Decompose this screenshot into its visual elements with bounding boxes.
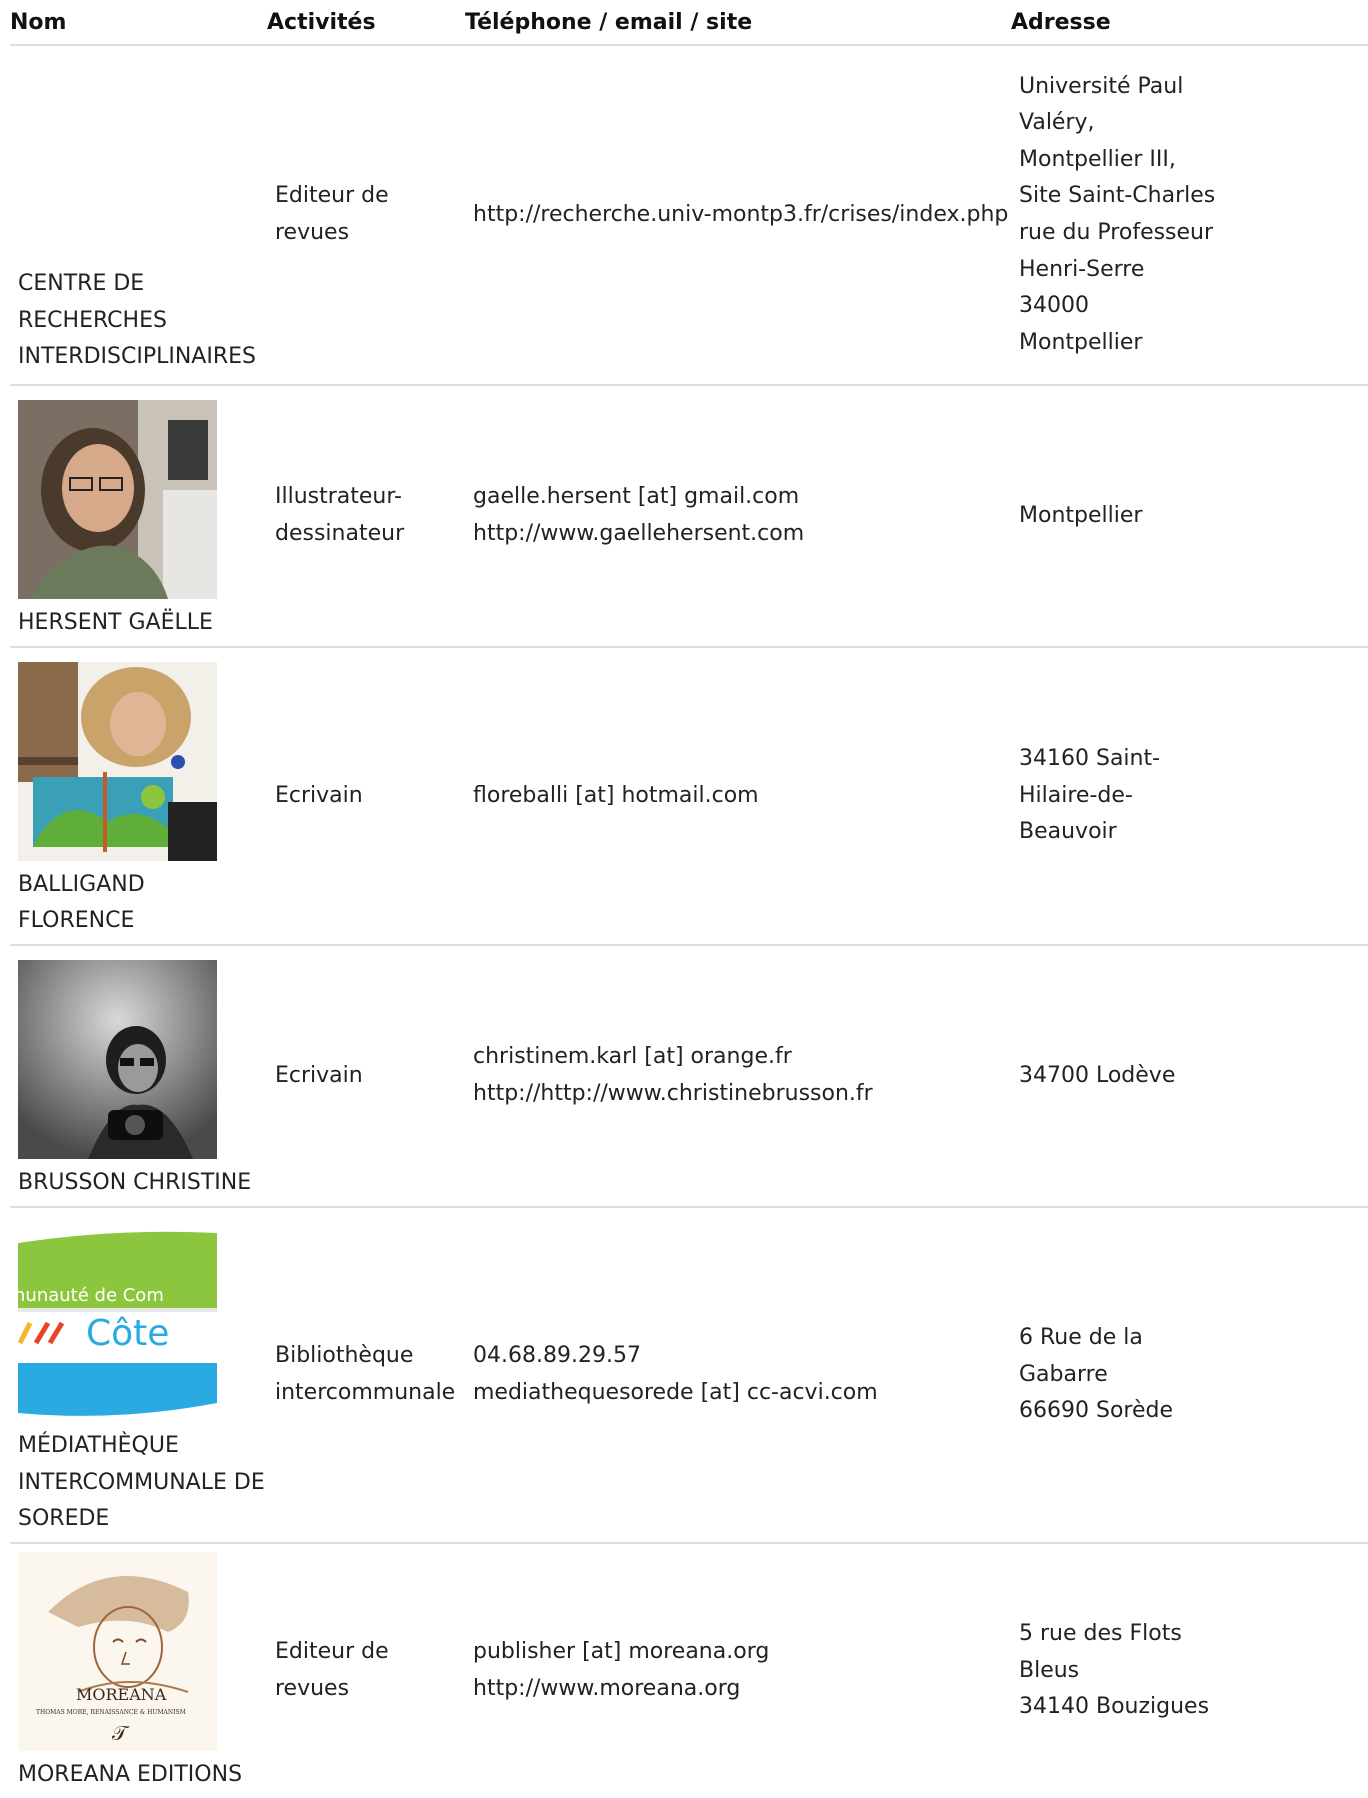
entry-contact: floreballi [at] hotmail.com: [465, 647, 1011, 946]
activity-line: Editeur de: [275, 1639, 389, 1665]
entry-name[interactable]: CENTRE DE RECHERCHES INTERDISCIPLINAIRES: [10, 45, 267, 386]
entry-activity: Bibliothèque intercommunale: [267, 1207, 465, 1544]
entry-address: Université Paul Valéry, Montpellier III,…: [1011, 45, 1368, 386]
entry-name-line: INTERDISCIPLINAIRES: [18, 344, 256, 370]
entry-address: 34700 Lodève: [1011, 945, 1368, 1208]
logo-cote-text: Côte: [86, 1313, 169, 1354]
entry-activity: Editeur de revues: [267, 1543, 465, 1798]
address-line: 34160 Saint-: [1019, 746, 1161, 772]
contact-link[interactable]: http://www.gaellehersent.com: [473, 516, 1011, 553]
entry-name-line: SOREDE: [18, 1506, 110, 1532]
address-line: 5 rue des Flots: [1019, 1621, 1182, 1647]
address-line: rue du Professeur: [1019, 220, 1214, 245]
activity-line: Ecrivain: [275, 782, 363, 808]
entry-name-line: CENTRE DE: [18, 271, 145, 297]
entry-address: 5 rue des Flots Bleus 34140 Bouzigues: [1011, 1543, 1368, 1798]
address-line: Valéry,: [1019, 110, 1095, 136]
table-row: nunauté de Com Côte MÉDIATHÈQUE INTERCOM…: [10, 1207, 1368, 1544]
address-line: 6 Rue de la: [1019, 1325, 1143, 1351]
portrait-photo[interactable]: [18, 960, 217, 1160]
address-line: 34140 Bouzigues: [1019, 1694, 1210, 1720]
entry-name-line: INTERCOMMUNALE DE: [18, 1469, 265, 1495]
contact-email[interactable]: mediathequesorede [at] cc-acvi.com: [473, 1375, 1011, 1412]
entry-name-line: MÉDIATHÈQUE: [18, 1433, 179, 1459]
column-header-activites[interactable]: Activités: [267, 0, 465, 46]
entry-name[interactable]: MOREANA THOMAS MORE, RENAISSANCE & HUMAN…: [10, 1543, 267, 1798]
table-row: BALLIGAND FLORENCE Ecrivain floreballi […: [10, 647, 1368, 946]
activity-line: dessinateur: [275, 521, 405, 546]
moreana-logo[interactable]: MOREANA THOMAS MORE, RENAISSANCE & HUMAN…: [18, 1552, 217, 1752]
entry-name-line: BALLIGAND: [18, 871, 145, 897]
contact-email[interactable]: publisher [at] moreana.org: [473, 1634, 1011, 1671]
address-line: Bleus: [1019, 1657, 1080, 1683]
logo-moreana-subtitle: THOMAS MORE, RENAISSANCE & HUMANISM: [36, 1709, 186, 1716]
entry-name[interactable]: HERSENT GAËLLE: [10, 385, 267, 648]
address-line: Hilaire-de-: [1019, 782, 1133, 808]
address-line: Gabarre: [1019, 1361, 1108, 1387]
logo-moreana-text: MOREANA: [76, 1685, 167, 1704]
address-line: 34000: [1019, 293, 1089, 319]
entry-contact: 04.68.89.29.57 mediathequesorede [at] cc…: [465, 1207, 1011, 1544]
activity-line: revues: [275, 1676, 350, 1701]
entry-name[interactable]: nunauté de Com Côte MÉDIATHÈQUE INTERCOM…: [10, 1207, 267, 1544]
address-line: Université Paul: [1019, 73, 1184, 99]
entry-contact: http://recherche.univ-montp3.fr/crises/i…: [465, 45, 1011, 386]
entry-address: 34160 Saint- Hilaire-de- Beauvoir: [1011, 647, 1368, 946]
activity-line: Bibliothèque: [275, 1343, 414, 1369]
communaute-logo[interactable]: nunauté de Com Côte: [18, 1223, 217, 1423]
address-line: 34700 Lodève: [1019, 1062, 1176, 1088]
address-line: 66690 Sorède: [1019, 1398, 1173, 1424]
address-line: Beauvoir: [1019, 819, 1117, 845]
contact-link[interactable]: http://www.moreana.org: [473, 1671, 1011, 1708]
table-row: HERSENT GAËLLE Illustrateur- dessinateur…: [10, 385, 1368, 648]
column-header-nom[interactable]: Nom: [10, 0, 267, 46]
table-row: CENTRE DE RECHERCHES INTERDISCIPLINAIRES…: [10, 45, 1368, 386]
address-line: Henri-Serre: [1019, 256, 1145, 282]
activity-line: Ecrivain: [275, 1062, 363, 1088]
table-header-row: Nom Activités Téléphone / email / site A…: [10, 0, 1368, 46]
entry-activity: Illustrateur- dessinateur: [267, 385, 465, 648]
entry-name-line: FLORENCE: [18, 908, 135, 934]
portrait-photo[interactable]: [18, 400, 217, 600]
entry-activity: Ecrivain: [267, 945, 465, 1208]
activity-line: Editeur de: [275, 183, 389, 209]
entry-name-line: BRUSSON CHRISTINE: [18, 1170, 252, 1196]
entry-name-line: RECHERCHES: [18, 307, 167, 333]
activity-line: Illustrateur-: [275, 484, 402, 510]
contact-link[interactable]: http://recherche.univ-montp3.fr/crises/i…: [473, 197, 1011, 234]
column-header-contact[interactable]: Téléphone / email / site: [465, 0, 1011, 46]
contact-email[interactable]: christinem.karl [at] orange.fr: [473, 1039, 1011, 1076]
contact-email[interactable]: gaelle.hersent [at] gmail.com: [473, 479, 1011, 516]
contact-link[interactable]: http://http://www.christinebrusson.fr: [473, 1076, 1011, 1113]
entry-address: Montpellier: [1011, 385, 1368, 648]
entry-activity: Editeur de revues: [267, 45, 465, 386]
address-line: Montpellier: [1019, 502, 1143, 528]
activity-line: revues: [275, 220, 350, 245]
entry-contact: publisher [at] moreana.org http://www.mo…: [465, 1543, 1011, 1798]
entry-activity: Ecrivain: [267, 647, 465, 946]
directory-table: Nom Activités Téléphone / email / site A…: [10, 0, 1368, 1798]
entry-contact: gaelle.hersent [at] gmail.com http://www…: [465, 385, 1011, 648]
table-row: MOREANA THOMAS MORE, RENAISSANCE & HUMAN…: [10, 1543, 1368, 1798]
svg-text:𝒯: 𝒯: [112, 1721, 130, 1745]
portrait-photo[interactable]: [18, 661, 217, 861]
entry-name-line: MOREANA EDITIONS: [18, 1762, 243, 1788]
entry-name[interactable]: BRUSSON CHRISTINE: [10, 945, 267, 1208]
contact-phone[interactable]: 04.68.89.29.57: [473, 1338, 1011, 1375]
address-line: Montpellier: [1019, 329, 1143, 355]
address-line: Montpellier III,: [1019, 146, 1176, 172]
logo-communaute-text: nunauté de Com: [18, 1285, 164, 1306]
entry-name[interactable]: BALLIGAND FLORENCE: [10, 647, 267, 946]
table-row: BRUSSON CHRISTINE Ecrivain christinem.ka…: [10, 945, 1368, 1208]
column-header-adresse[interactable]: Adresse: [1011, 0, 1368, 46]
address-line: Site Saint-Charles: [1019, 183, 1216, 209]
activity-line: intercommunale: [275, 1380, 456, 1405]
contact-email[interactable]: floreballi [at] hotmail.com: [473, 778, 1011, 815]
entry-contact: christinem.karl [at] orange.fr http://ht…: [465, 945, 1011, 1208]
entry-address: 6 Rue de la Gabarre 66690 Sorède: [1011, 1207, 1368, 1544]
entry-name-line: HERSENT GAËLLE: [18, 610, 213, 636]
